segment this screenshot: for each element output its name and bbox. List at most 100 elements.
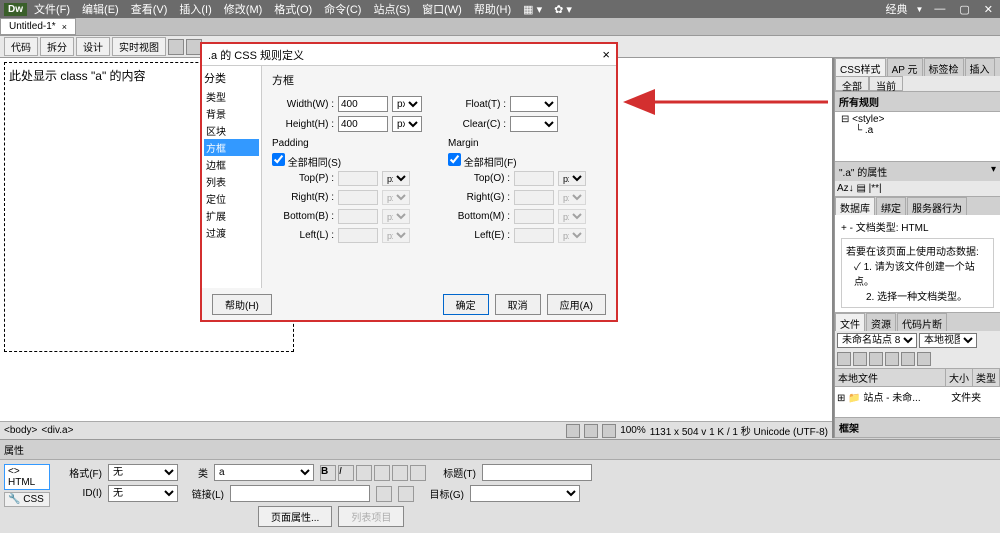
menu-window[interactable]: 窗口(W) [417, 1, 467, 17]
css-rules-tree[interactable]: ⊟ <style> └ .a [835, 112, 1000, 161]
padding-top-unit[interactable]: px [382, 171, 410, 186]
props-html-mode[interactable]: <> HTML [4, 464, 50, 490]
tab-insert[interactable]: 插入 [965, 58, 995, 76]
pointer-icon[interactable] [566, 424, 580, 438]
tree-root[interactable]: ⊟ <style> [841, 114, 994, 125]
apply-button[interactable]: 应用(A) [547, 294, 606, 315]
inspect-icon[interactable] [168, 39, 184, 55]
menu-help[interactable]: 帮助(H) [469, 1, 516, 17]
document-tab[interactable]: Untitled-1* × [0, 18, 76, 35]
props-css-mode[interactable]: 🔧 CSS [4, 492, 50, 507]
target-select[interactable] [470, 485, 580, 502]
close-button[interactable]: ✕ [981, 3, 996, 16]
menu-command[interactable]: 命令(C) [319, 1, 366, 17]
tab-css-styles[interactable]: CSS样式 [835, 58, 886, 76]
layout-icon[interactable]: ▦ ▾ [518, 3, 547, 16]
cat-background[interactable]: 背景 [204, 105, 259, 122]
cat-type[interactable]: 类型 [204, 88, 259, 105]
height-unit[interactable]: px [392, 116, 422, 132]
cancel-button[interactable]: 取消 [495, 294, 541, 315]
minimize-button[interactable]: — [931, 3, 948, 15]
indent-icon[interactable] [410, 465, 426, 481]
bold-icon[interactable]: B [320, 465, 336, 481]
class-select[interactable]: a [214, 464, 314, 481]
width-input[interactable] [338, 96, 388, 112]
zoom-value[interactable]: 100% [620, 425, 646, 436]
page-properties-button[interactable]: 页面属性... [258, 506, 332, 527]
put-icon[interactable] [885, 352, 899, 366]
menu-site[interactable]: 站点(S) [368, 1, 415, 17]
split-view-button[interactable]: 拆分 [40, 37, 74, 56]
col-local-files[interactable]: 本地文件 [835, 369, 946, 386]
hand-icon[interactable] [584, 424, 598, 438]
margin-top-input[interactable] [514, 171, 554, 186]
padding-top-input[interactable] [338, 171, 378, 186]
view-dropdown[interactable]: 本地视图 [919, 333, 977, 348]
maximize-button[interactable]: ▢ [956, 3, 972, 16]
subtab-all[interactable]: 全部 [835, 76, 869, 91]
files-tree[interactable]: ⊞ 📁 站点 - 未命... 文件夹 [835, 387, 1000, 417]
format-select[interactable]: 无 [108, 464, 178, 481]
col-size[interactable]: 大小 [946, 369, 973, 386]
tab-snippets[interactable]: 代码片断 [897, 313, 947, 331]
clear-select[interactable] [510, 116, 558, 132]
tab-tag-inspector[interactable]: 标签检 [924, 58, 964, 76]
menu-file[interactable]: 文件(F) [29, 1, 75, 17]
breadcrumb-div[interactable]: <div.a> [41, 425, 73, 436]
col-type[interactable]: 类型 [973, 369, 1000, 386]
link-input[interactable] [230, 485, 370, 502]
height-input[interactable] [338, 116, 388, 132]
menu-edit[interactable]: 编辑(E) [77, 1, 124, 17]
padding-same-all-checkbox[interactable] [272, 153, 285, 166]
italic-icon[interactable]: I [338, 465, 354, 481]
tab-files[interactable]: 文件 [835, 313, 865, 331]
cat-border[interactable]: 边框 [204, 156, 259, 173]
float-select[interactable] [510, 96, 558, 112]
workspace-switcher[interactable]: 经典 [885, 1, 907, 17]
menu-format[interactable]: 格式(O) [269, 1, 317, 17]
live-view-button[interactable]: 实时视图 [112, 37, 166, 56]
breadcrumb-body[interactable]: <body> [4, 425, 37, 436]
expand-icon[interactable] [917, 352, 931, 366]
connect-icon[interactable] [837, 352, 851, 366]
tab-server-behaviors[interactable]: 服务器行为 [907, 197, 967, 215]
menu-view[interactable]: 查看(V) [126, 1, 173, 17]
cat-block[interactable]: 区块 [204, 122, 259, 139]
menu-modify[interactable]: 修改(M) [219, 1, 268, 17]
cat-list[interactable]: 列表 [204, 173, 259, 190]
zoom-icon[interactable] [602, 424, 616, 438]
cat-transition[interactable]: 过渡 [204, 224, 259, 241]
outdent-icon[interactable] [392, 465, 408, 481]
close-tab-icon[interactable]: × [62, 22, 67, 32]
point-to-file-icon[interactable] [376, 486, 392, 502]
tab-bindings[interactable]: 绑定 [876, 197, 906, 215]
frame-panel-header[interactable]: 框架 [835, 418, 1000, 438]
tab-database[interactable]: 数据库 [835, 197, 875, 215]
attr-toolbar[interactable]: Az↓ ▤ |**| [835, 181, 1000, 196]
margin-same-all-checkbox[interactable] [448, 153, 461, 166]
design-view-button[interactable]: 设计 [76, 37, 110, 56]
cat-box[interactable]: 方框 [204, 139, 259, 156]
width-unit[interactable]: px [392, 96, 422, 112]
cat-extensions[interactable]: 扩展 [204, 207, 259, 224]
browse-folder-icon[interactable] [398, 486, 414, 502]
id-select[interactable]: 无 [108, 485, 178, 502]
tab-assets[interactable]: 资源 [866, 313, 896, 331]
refresh-icon[interactable] [853, 352, 867, 366]
title-input[interactable] [482, 464, 592, 481]
extensions-icon[interactable]: ✿ ▾ [549, 3, 577, 16]
cat-positioning[interactable]: 定位 [204, 190, 259, 207]
tab-ap-elements[interactable]: AP 元 [887, 58, 923, 76]
dialog-close-button[interactable]: × [602, 47, 610, 62]
get-icon[interactable] [869, 352, 883, 366]
menu-insert[interactable]: 插入(I) [174, 1, 216, 17]
help-button[interactable]: 帮助(H) [212, 294, 272, 315]
site-dropdown[interactable]: 未命名站点 8 [837, 333, 917, 348]
ol-icon[interactable] [374, 465, 390, 481]
ok-button[interactable]: 确定 [443, 294, 489, 315]
margin-top-unit[interactable]: px [558, 171, 586, 186]
tree-rule-a[interactable]: └ .a [841, 125, 994, 136]
sync-icon[interactable] [901, 352, 915, 366]
subtab-current[interactable]: 当前 [869, 76, 903, 91]
code-view-button[interactable]: 代码 [4, 37, 38, 56]
